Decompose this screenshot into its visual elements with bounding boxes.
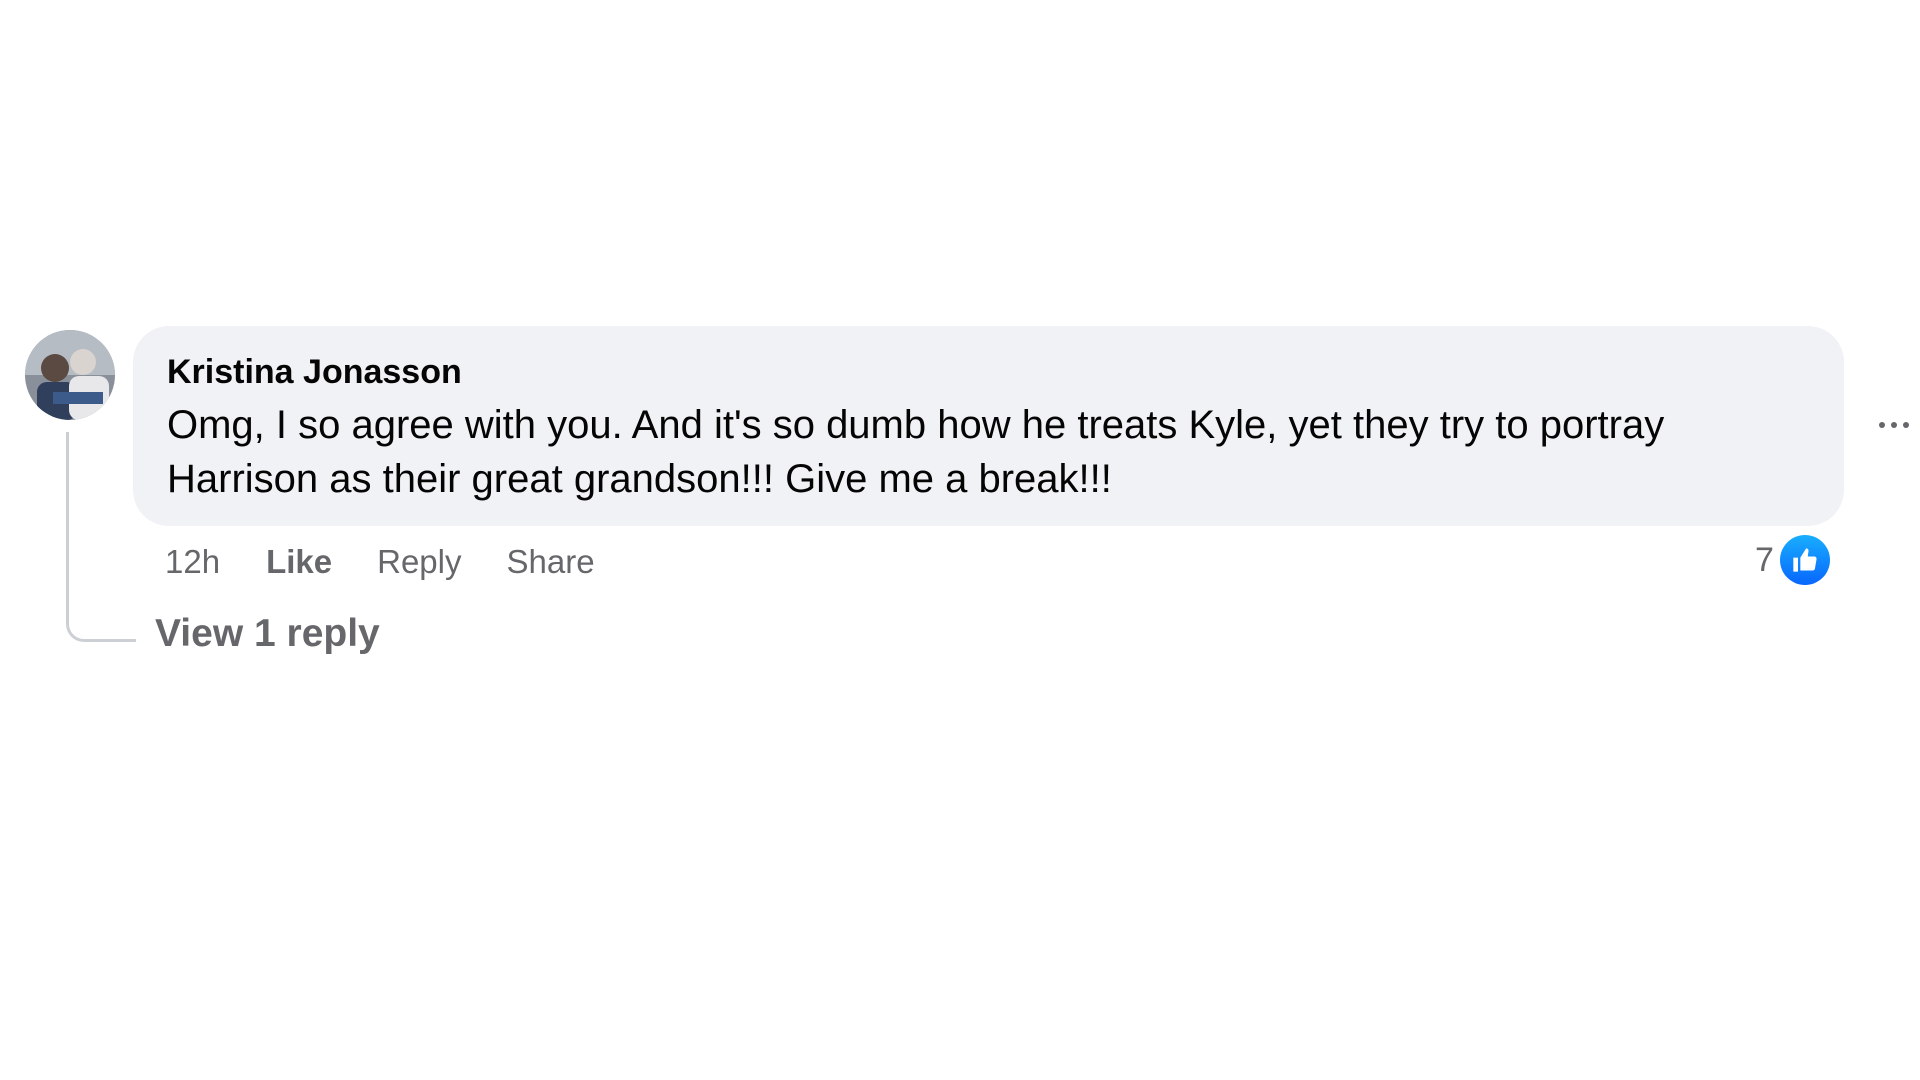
thumbs-up-icon	[1779, 535, 1830, 585]
like-button[interactable]: Like	[266, 543, 332, 581]
comment-actions: 12h Like Reply Share	[165, 538, 640, 586]
reply-button[interactable]: Reply	[377, 543, 461, 581]
comment-text: Omg, I so agree with you. And it's so du…	[167, 403, 1665, 501]
view-replies-link[interactable]: View 1 reply	[155, 612, 380, 656]
share-button[interactable]: Share	[506, 543, 594, 581]
comment-thread: Kristina Jonasson Omg, I so agree with y…	[0, 0, 1920, 1080]
comment-bubble: Kristina Jonasson Omg, I so agree with y…	[133, 326, 1844, 526]
reaction-summary[interactable]: 7	[1755, 533, 1830, 587]
comment-author[interactable]: Kristina Jonasson	[167, 350, 462, 394]
more-options-icon[interactable]	[1870, 405, 1918, 445]
thread-connector-line	[66, 432, 136, 642]
avatar[interactable]	[25, 330, 115, 420]
reaction-count: 7	[1755, 540, 1774, 579]
comment-timestamp[interactable]: 12h	[165, 543, 220, 581]
avatar-photo	[25, 330, 115, 420]
